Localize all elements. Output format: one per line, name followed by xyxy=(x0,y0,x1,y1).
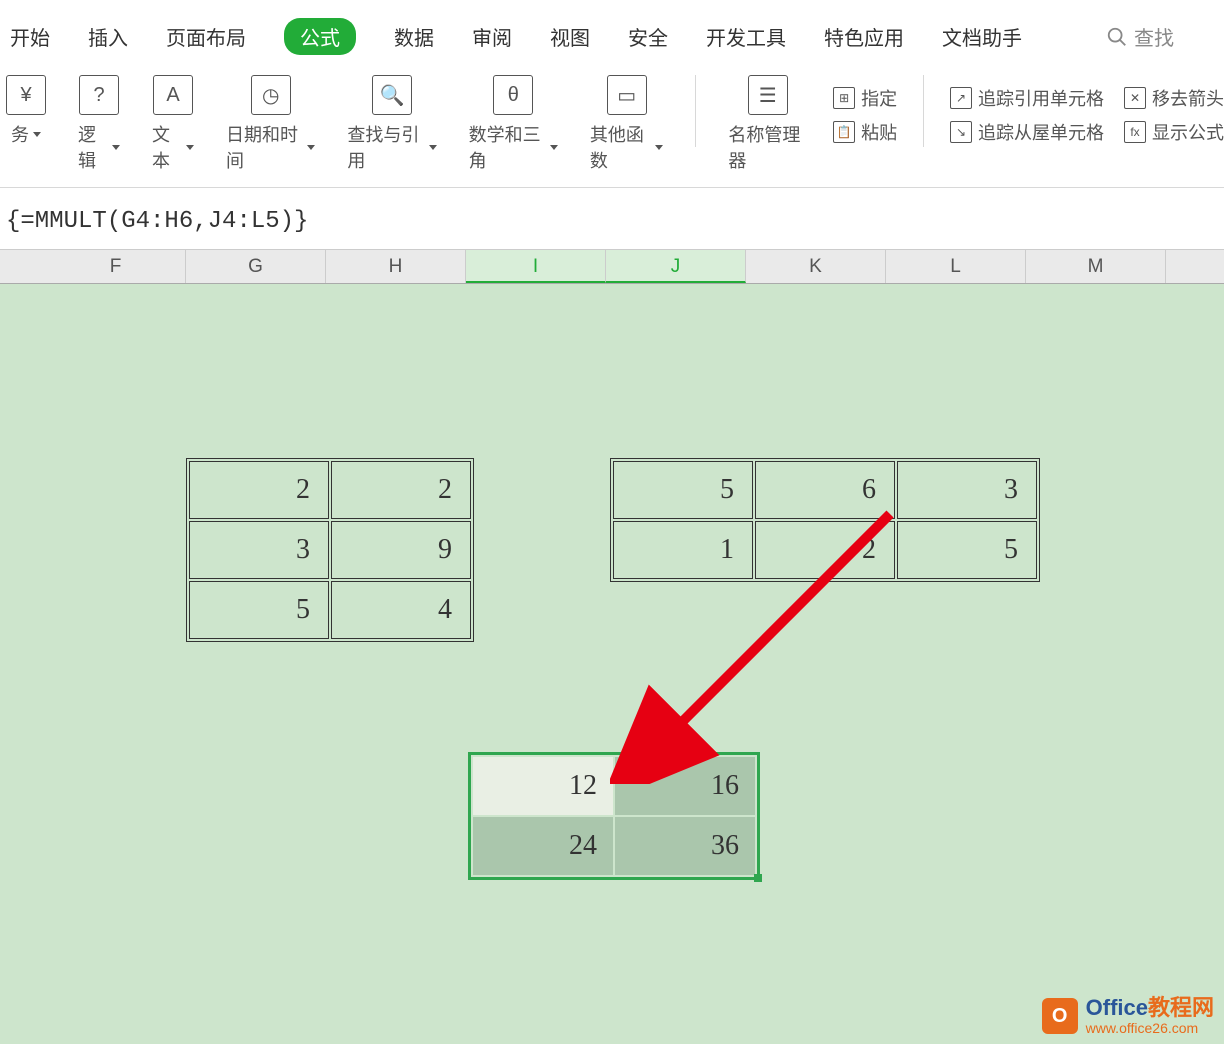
datetime-button[interactable]: ◷ 日期和时间 xyxy=(220,75,321,173)
result-selection[interactable]: 12 16 24 36 xyxy=(468,752,760,880)
menu-view[interactable]: 视图 xyxy=(550,22,590,51)
cell[interactable]: 24 xyxy=(473,817,613,875)
trace-dependents-button[interactable]: ↘ 追踪从屋单元格 xyxy=(950,119,1104,145)
trace-precedents-button[interactable]: ↗ 追踪引用单元格 xyxy=(950,85,1104,111)
col-head-F[interactable]: F xyxy=(46,250,186,283)
logic-button[interactable]: ? 逻辑 xyxy=(72,75,126,173)
cell[interactable]: 36 xyxy=(615,817,755,875)
clock-icon: ◷ xyxy=(251,75,291,115)
col-head-J[interactable]: J xyxy=(606,250,746,283)
col-head-L[interactable]: L xyxy=(886,250,1026,283)
text-icon: A xyxy=(153,75,193,115)
math-icon: θ xyxy=(493,75,533,115)
cell[interactable]: 4 xyxy=(331,581,471,639)
cell[interactable]: 16 xyxy=(615,757,755,815)
menu-docassist[interactable]: 文档助手 xyxy=(942,22,1022,51)
menu-data[interactable]: 数据 xyxy=(394,22,434,51)
paste-button[interactable]: 📋 粘贴 xyxy=(833,119,897,145)
cell[interactable]: 2 xyxy=(331,461,471,519)
cell[interactable]: 3 xyxy=(897,461,1037,519)
col-head-M[interactable]: M xyxy=(1026,250,1166,283)
paste-icon: 📋 xyxy=(833,121,855,143)
cell[interactable]: 2 xyxy=(189,461,329,519)
book-icon: ▭ xyxy=(607,75,647,115)
text-button[interactable]: A 文本 xyxy=(146,75,200,173)
cell[interactable]: 5 xyxy=(189,581,329,639)
cell-active[interactable]: 12 xyxy=(473,757,613,815)
trace-up-icon: ↗ xyxy=(950,87,972,109)
finance-icon: ¥ xyxy=(6,75,46,115)
formula-fx-icon: fx xyxy=(1124,121,1146,143)
cell[interactable]: 6 xyxy=(755,461,895,519)
search-icon xyxy=(1106,26,1128,48)
trace-down-icon: ↘ xyxy=(950,121,972,143)
cell[interactable]: 5 xyxy=(897,521,1037,579)
watermark: O Office教程网 www.office26.com xyxy=(1042,996,1214,1036)
lookup-icon: 🔍 xyxy=(372,75,412,115)
lookup-button[interactable]: 🔍 查找与引用 xyxy=(341,75,442,173)
cell[interactable]: 3 xyxy=(189,521,329,579)
show-formula-button[interactable]: fx 显示公式 xyxy=(1124,119,1224,145)
menu-insert[interactable]: 插入 xyxy=(88,22,128,51)
menu-special[interactable]: 特色应用 xyxy=(824,22,904,51)
ribbon: ¥ 务 ? 逻辑 A 文本 ◷ 日期和时间 🔍 查找与引用 θ 数学和三角 ▭ … xyxy=(0,65,1224,188)
col-head-I[interactable]: I xyxy=(466,250,606,283)
grid-icon: ⊞ xyxy=(833,87,855,109)
cell[interactable]: 9 xyxy=(331,521,471,579)
col-head-K[interactable]: K xyxy=(746,250,886,283)
menu-security[interactable]: 安全 xyxy=(628,22,668,51)
menu-formula[interactable]: 公式 xyxy=(284,18,356,55)
remove-arrows-button[interactable]: ✕ 移去箭头 xyxy=(1124,85,1224,111)
menu-start[interactable]: 开始 xyxy=(10,22,50,51)
col-head-H[interactable]: H xyxy=(326,250,466,283)
name-manager-button[interactable]: ☰ 名称管理器 xyxy=(722,75,813,173)
other-func-button[interactable]: ▭ 其他函数 xyxy=(584,75,670,173)
column-headers: F G H I J K L M xyxy=(0,250,1224,284)
watermark-url: www.office26.com xyxy=(1086,1021,1214,1036)
watermark-icon: O xyxy=(1042,998,1078,1034)
assign-button[interactable]: ⊞ 指定 xyxy=(833,85,897,111)
matrix-b: 5 6 3 1 2 5 xyxy=(610,458,1040,582)
menu-search[interactable]: 查找 xyxy=(1106,22,1174,51)
remove-arrow-icon: ✕ xyxy=(1124,87,1146,109)
logic-icon: ? xyxy=(79,75,119,115)
menu-layout[interactable]: 页面布局 xyxy=(166,22,246,51)
spreadsheet-area[interactable]: 2 2 3 9 5 4 5 6 3 1 2 5 12 16 xyxy=(0,284,1224,1044)
menu-review[interactable]: 审阅 xyxy=(472,22,512,51)
matrix-a: 2 2 3 9 5 4 xyxy=(186,458,474,642)
math-button[interactable]: θ 数学和三角 xyxy=(463,75,564,173)
fill-handle[interactable] xyxy=(754,874,762,882)
menu-bar: 开始 插入 页面布局 公式 数据 审阅 视图 安全 开发工具 特色应用 文档助手… xyxy=(0,0,1224,65)
name-manager-icon: ☰ xyxy=(748,75,788,115)
finance-button[interactable]: ¥ 务 xyxy=(0,75,52,147)
cell[interactable]: 5 xyxy=(613,461,753,519)
menu-devtools[interactable]: 开发工具 xyxy=(706,22,786,51)
formula-bar[interactable]: {=MMULT(G4:H6,J4:L5)} xyxy=(0,188,1224,250)
cell[interactable]: 1 xyxy=(613,521,753,579)
cell[interactable]: 2 xyxy=(755,521,895,579)
col-head-G[interactable]: G xyxy=(186,250,326,283)
watermark-title: Office教程网 xyxy=(1086,996,1214,1020)
